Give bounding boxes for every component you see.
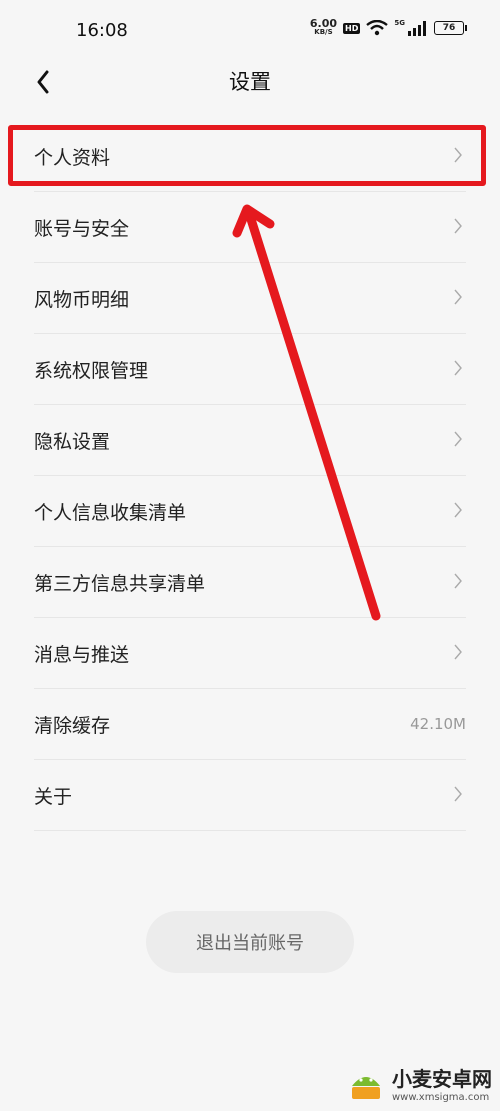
network-type-label: 5G (394, 19, 405, 27)
settings-item-about[interactable]: 关于 (34, 760, 466, 831)
status-icons: 6.00 KB/S HD 5G 76 (309, 17, 467, 36)
chevron-right-icon (454, 786, 462, 802)
settings-item-system-permissions[interactable]: 系统权限管理 (34, 334, 466, 405)
cache-size-value: 42.10M (410, 715, 466, 733)
hd-icon: HD (343, 22, 361, 34)
chevron-right-icon (454, 431, 462, 447)
chevron-right-icon (454, 644, 462, 660)
watermark-name: 小麦安卓网 (392, 1067, 492, 1091)
settings-item-privacy[interactable]: 隐私设置 (34, 405, 466, 476)
settings-item-label: 系统权限管理 (34, 359, 149, 382)
status-bar: 16:08 6.00 KB/S HD 5G 76 (0, 0, 500, 62)
settings-item-account-security[interactable]: 账号与安全 (34, 192, 466, 263)
settings-item-label: 关于 (34, 785, 73, 808)
settings-item-info-collection-list[interactable]: 个人信息收集清单 (34, 476, 466, 547)
chevron-right-icon (454, 573, 462, 589)
network-speed-indicator: 6.00 KB/S (309, 17, 338, 36)
battery-icon: 76 (434, 21, 467, 35)
network-speed-unit: KB/S (314, 28, 333, 36)
chevron-right-icon (454, 360, 462, 376)
android-logo-icon (352, 1077, 380, 1099)
settings-item-clear-cache[interactable]: 清除缓存 42.10M (34, 689, 466, 760)
chevron-right-icon (454, 502, 462, 518)
watermark-url: www.xmsigma.com (392, 1092, 490, 1103)
settings-item-label: 隐私设置 (34, 430, 111, 453)
settings-item-label: 第三方信息共享清单 (34, 572, 206, 595)
chevron-right-icon (454, 289, 462, 305)
logout-button[interactable]: 退出当前账号 (146, 911, 354, 973)
watermark: 小麦安卓网 www.xmsigma.com (346, 1063, 492, 1103)
settings-item-label: 清除缓存 (34, 714, 111, 737)
settings-item-label: 消息与推送 (34, 643, 130, 666)
settings-item-messages-push[interactable]: 消息与推送 (34, 618, 466, 689)
settings-list: 个人资料 账号与安全 风物币明细 系统权限管理 隐私设置 个人信息收集清单 第三… (34, 121, 466, 831)
settings-item-label: 个人信息收集清单 (34, 501, 187, 524)
settings-item-label: 风物币明细 (34, 288, 130, 311)
chevron-right-icon (454, 218, 462, 234)
status-time: 16:08 (76, 20, 128, 41)
page-title: 设置 (229, 70, 271, 94)
settings-item-third-party-sharing-list[interactable]: 第三方信息共享清单 (34, 547, 466, 618)
settings-item-coin-details[interactable]: 风物币明细 (34, 263, 466, 334)
wifi-icon (366, 20, 389, 36)
network-speed-value: 6.00 (309, 17, 338, 30)
annotation-highlight-box (8, 125, 486, 186)
settings-item-label: 账号与安全 (34, 217, 130, 240)
cellular-signal-icon (408, 20, 426, 36)
